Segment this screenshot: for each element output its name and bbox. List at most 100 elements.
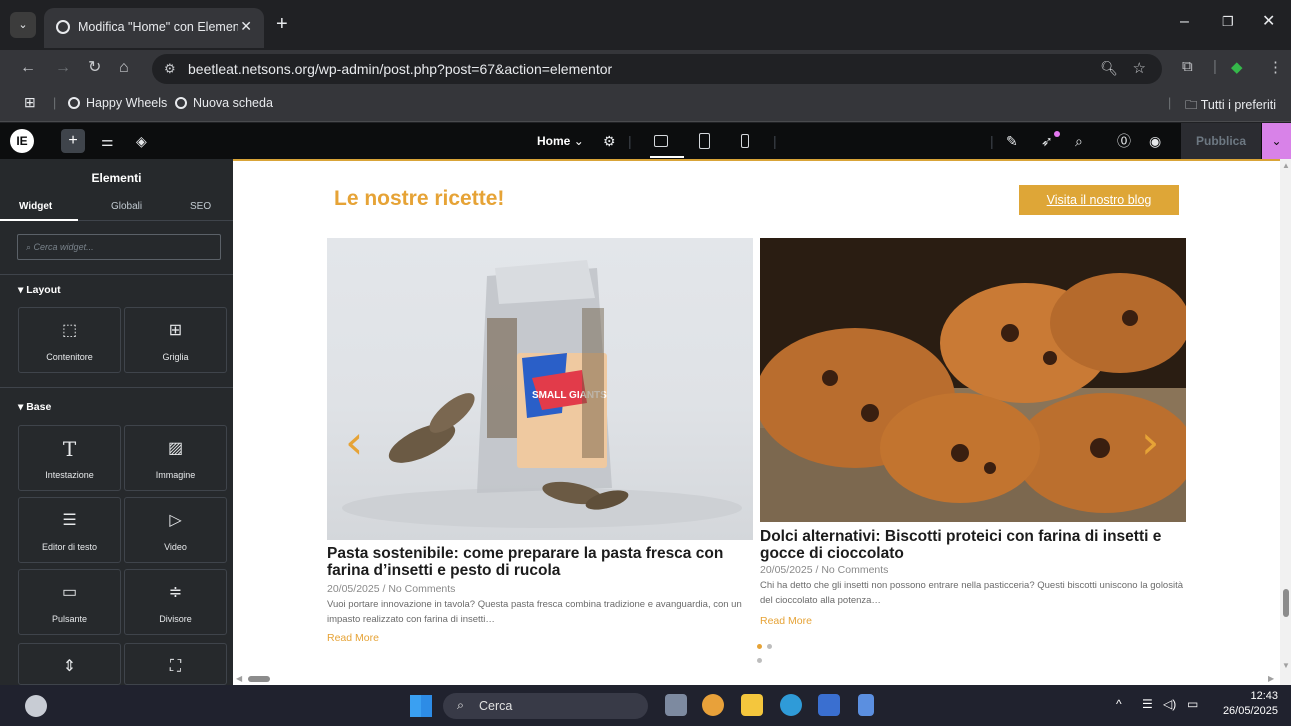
widget-image-box[interactable]: ⛶	[124, 643, 227, 685]
battery-icon[interactable]: ▭	[1187, 697, 1198, 711]
publish-button[interactable]: Pubblica	[1181, 123, 1261, 159]
scroll-down-icon[interactable]: ▼	[1282, 661, 1290, 670]
minimize-icon[interactable]: –	[1180, 14, 1189, 30]
restore-icon[interactable]: ❐	[1222, 14, 1234, 30]
scroll-right-icon[interactable]: ▶	[1268, 674, 1274, 683]
microsoft-store-icon[interactable]	[818, 694, 840, 716]
elementor-logo-icon[interactable]: IE	[10, 129, 34, 153]
recipes-heading[interactable]: Le nostre ricette!	[334, 187, 504, 211]
panel-title: Elementi	[91, 171, 142, 185]
close-window-icon[interactable]: ✕	[1262, 14, 1275, 30]
tab-seo[interactable]: SEO	[190, 201, 211, 212]
apps-grid-icon[interactable]: ⊞	[24, 94, 36, 111]
widget-video[interactable]: ▷ Video	[124, 497, 227, 563]
post-comments[interactable]: No Comments	[388, 583, 455, 595]
extension-leaf-icon[interactable]: ◆	[1231, 58, 1243, 76]
bookmark-happy-wheels[interactable]: Happy Wheels	[68, 96, 167, 110]
carousel-next-arrow-icon[interactable]: ›	[1141, 419, 1159, 465]
widget-intestazione[interactable]: T Intestazione	[18, 425, 121, 491]
text-editor-icon: ☰	[62, 512, 77, 529]
show-hidden-icons-chevron-icon[interactable]: ^	[1116, 697, 1122, 711]
horizontal-scroll-thumb[interactable]	[248, 676, 270, 682]
wifi-icon[interactable]: ☰	[1142, 697, 1153, 711]
add-element-button[interactable]: +	[61, 129, 85, 153]
mobile-view-icon[interactable]	[741, 134, 749, 148]
vertical-scroll-thumb[interactable]	[1283, 589, 1289, 617]
tab-search-button[interactable]: ⌄	[10, 12, 36, 38]
section-header-layout[interactable]: ▾ Layout	[18, 284, 61, 296]
widget-griglia[interactable]: ⊞ Griglia	[124, 307, 227, 373]
weather-widget-icon[interactable]	[25, 695, 47, 717]
post-title-pasta[interactable]: Pasta sostenibile: come preparare la pas…	[327, 545, 747, 579]
widget-search-input[interactable]: ⌕ Cerca widget...	[17, 234, 221, 260]
notifications-rocket-icon[interactable]: ➶	[1041, 132, 1053, 150]
reload-icon[interactable]: ↻	[88, 59, 101, 77]
windows-start-icon[interactable]	[410, 695, 432, 717]
post-title-cookies[interactable]: Dolci alternativi: Biscotti proteici con…	[760, 528, 1188, 562]
finder-search-icon[interactable]: ⌕	[1075, 132, 1083, 150]
taskbar-search-box[interactable]: ⌕ Cerca	[443, 693, 648, 719]
task-view-icon[interactable]	[665, 694, 687, 716]
widget-pulsante[interactable]: ▭ Pulsante	[18, 569, 121, 635]
chrome-icon[interactable]	[702, 694, 724, 716]
edge-icon[interactable]	[780, 694, 802, 716]
menu-kebab-icon[interactable]: ⋮	[1268, 58, 1283, 76]
carousel-dot[interactable]	[767, 644, 772, 649]
home-icon[interactable]: ⌂	[119, 59, 129, 77]
page-settings-gear-icon[interactable]: ⚙	[603, 132, 616, 150]
preview-eye-icon[interactable]: ◉	[1149, 132, 1161, 150]
paint-brush-icon[interactable]: ✎	[1006, 132, 1018, 150]
read-more-link-cookies[interactable]: Read More	[760, 615, 812, 627]
tab-title: Modifica "Home" con Elementor	[78, 20, 238, 34]
publish-options-chevron-icon[interactable]: ⌄	[1262, 123, 1291, 159]
bookmark-star-icon[interactable]: ☆	[1133, 59, 1146, 77]
visit-blog-button[interactable]: Visita il nostro blog	[1019, 185, 1179, 215]
horizontal-scrollbar[interactable]: ◀ ▶	[233, 673, 1280, 685]
carousel-dot-active[interactable]	[757, 644, 762, 649]
zoom-icon[interactable]: 🔍︎	[1100, 60, 1118, 77]
scroll-up-icon[interactable]: ▲	[1282, 161, 1290, 170]
address-bar[interactable]: ⚙ beetleat.netsons.org/wp-admin/post.php…	[152, 54, 1162, 84]
volume-icon[interactable]: ◁)	[1163, 697, 1176, 711]
desktop-view-icon[interactable]	[654, 135, 668, 147]
post-image-pasta[interactable]: SMALL GIANTS	[327, 238, 753, 540]
read-more-link-pasta[interactable]: Read More	[327, 632, 379, 644]
carousel-prev-arrow-icon[interactable]: ‹	[345, 419, 363, 465]
widget-divisore[interactable]: ≑ Divisore	[124, 569, 227, 635]
search-icon: ⌕	[457, 698, 465, 712]
post-image-cookies[interactable]	[760, 238, 1186, 522]
post-date: 20/05/2025	[760, 564, 813, 576]
close-tab-icon[interactable]: ✕	[240, 18, 252, 35]
tab-widget[interactable]: Widget	[19, 201, 52, 212]
button-icon: ▭	[61, 584, 78, 601]
file-explorer-icon[interactable]	[741, 694, 763, 716]
browser-tab-active[interactable]: Modifica "Home" con Elementor ✕	[44, 8, 264, 48]
system-clock[interactable]: 12:43 26/05/2025	[1215, 689, 1278, 719]
top-bar-divider: |	[628, 133, 632, 149]
back-icon[interactable]: ←	[20, 59, 36, 77]
page-selector-dropdown[interactable]: Home ⌄	[537, 134, 584, 148]
post-excerpt-pasta: Vuoi portare innovazione in tavola? Ques…	[327, 599, 742, 625]
globe-icon	[175, 97, 187, 109]
help-icon[interactable]: ⓪	[1117, 132, 1131, 150]
tab-globali[interactable]: Globali	[111, 201, 142, 212]
notepad-icon[interactable]	[858, 694, 874, 716]
bookmark-nuova-scheda[interactable]: Nuova scheda	[175, 96, 273, 110]
all-bookmarks-folder[interactable]: 🗀︎ Tutti i preferiti	[1185, 96, 1276, 117]
widget-spaziatore[interactable]: ⇕	[18, 643, 121, 685]
site-info-icon[interactable]: ⚙	[164, 61, 176, 77]
widget-editor-di-testo[interactable]: ☰ Editor di testo	[18, 497, 121, 563]
widget-contenitore[interactable]: ⬚ Contenitore	[18, 307, 121, 373]
structure-layers-icon[interactable]: ◈	[136, 132, 147, 150]
section-header-base[interactable]: ▾ Base	[18, 401, 51, 413]
scroll-left-icon[interactable]: ◀	[236, 674, 242, 683]
carousel-dot[interactable]	[757, 658, 762, 663]
site-settings-icon[interactable]: ⚌	[101, 132, 114, 150]
forward-icon[interactable]: →	[55, 59, 71, 77]
tablet-view-icon[interactable]	[699, 133, 710, 149]
post-comments[interactable]: No Comments	[821, 564, 888, 576]
new-tab-button[interactable]: +	[276, 14, 288, 34]
widget-immagine[interactable]: ▨ Immagine	[124, 425, 227, 491]
vertical-scrollbar[interactable]: ▲ ▼	[1280, 159, 1291, 685]
extensions-icon[interactable]: ⧉	[1182, 58, 1193, 75]
